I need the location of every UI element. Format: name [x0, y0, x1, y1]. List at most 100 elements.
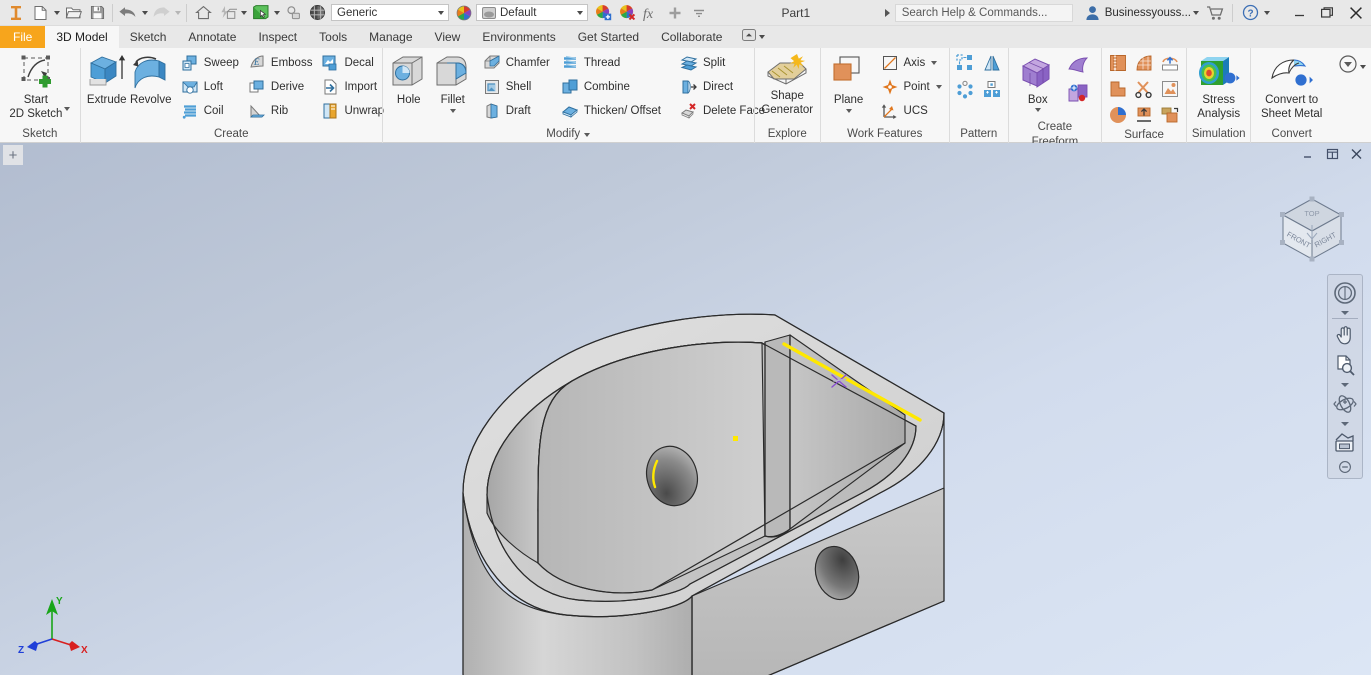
tab-file[interactable]: File [0, 26, 46, 48]
color-wheel-x-icon[interactable] [615, 1, 639, 25]
start-sketch-dropdown-caret[interactable] [64, 107, 71, 111]
tab-environments[interactable]: Environments [471, 26, 566, 48]
appearance-combo[interactable]: Default [476, 4, 588, 21]
freeform-quadball-button[interactable] [1063, 53, 1093, 79]
fillet-dropdown-caret[interactable] [449, 109, 456, 113]
new-file-dropdown-caret[interactable] [52, 1, 61, 25]
tab-annotate[interactable]: Annotate [177, 26, 247, 48]
overflow-caret-icon[interactable] [687, 1, 711, 25]
graphics-viewport[interactable]: + TOP FRONT RIGHT Y X Z [0, 143, 1371, 675]
save-disk-icon[interactable] [85, 1, 109, 25]
work-point-dropdown-caret[interactable] [935, 85, 942, 89]
visual-style-dropdown-caret[interactable] [272, 1, 281, 25]
document-title-expand-arrow[interactable] [881, 1, 895, 25]
quick-action-dropdown-caret[interactable] [239, 1, 248, 25]
tab-tools[interactable]: Tools [308, 26, 358, 48]
material-combo-caret[interactable] [433, 5, 448, 20]
look-at-button[interactable] [1329, 428, 1361, 458]
trim-surface-button[interactable] [1106, 76, 1131, 101]
revolve-button[interactable]: Revolve [129, 51, 173, 107]
account-name[interactable]: Businessyouss... [1105, 7, 1191, 19]
tab-inspect[interactable]: Inspect [247, 26, 308, 48]
lightning-box-icon[interactable] [215, 1, 239, 25]
restore-document-button[interactable] [1321, 145, 1343, 163]
work-plane-button[interactable]: Plane [825, 51, 873, 113]
navigation-wheel-caret[interactable] [1341, 308, 1349, 317]
close-window-button[interactable] [1341, 0, 1371, 26]
sweep-button[interactable]: Sweep [177, 52, 242, 74]
new-file-icon[interactable] [28, 1, 52, 25]
open-folder-icon[interactable] [61, 1, 85, 25]
tab-get-started[interactable]: Get Started [567, 26, 650, 48]
loft-button[interactable]: Loft [177, 76, 242, 98]
sketch-driven-pattern-button[interactable] [979, 77, 1005, 103]
material-combo[interactable]: Generic [331, 4, 449, 21]
tab-collaborate[interactable]: Collaborate [650, 26, 733, 48]
undo-dropdown-caret[interactable] [140, 1, 149, 25]
navbar-collapse-icon[interactable] [1329, 458, 1361, 476]
freeform-convert-button[interactable] [1063, 80, 1093, 106]
rectangular-pattern-button[interactable] [952, 50, 978, 76]
start-2d-sketch-button[interactable]: Start 2D Sketch [5, 51, 74, 121]
freeform-box-button[interactable]: Box [1013, 51, 1063, 112]
pan-button[interactable] [1329, 320, 1361, 350]
sculpt-button[interactable] [1132, 50, 1157, 75]
orbit-caret[interactable] [1341, 419, 1349, 428]
decal-button[interactable]: Decal [317, 52, 387, 74]
shape-generator-button[interactable]: Shape Generator [759, 51, 816, 117]
ucs-button[interactable]: UCS [877, 100, 945, 122]
chamfer-button[interactable]: Chamfer [479, 52, 553, 74]
tab-3d-model[interactable]: 3D Model [45, 26, 119, 48]
full-navigation-wheel-button[interactable] [1329, 278, 1361, 308]
expand-browser-button[interactable]: + [3, 145, 23, 165]
shell-button[interactable]: Shell [479, 76, 553, 98]
panel-modify-expand-caret[interactable] [584, 132, 591, 137]
help-dropdown-caret[interactable] [1262, 1, 1271, 25]
orbit-button[interactable] [1329, 389, 1361, 419]
work-axis-button[interactable]: Axis [877, 52, 945, 74]
color-wheel-icon[interactable] [452, 1, 476, 25]
hole-button[interactable]: Hole [387, 51, 431, 107]
circular-pattern-button[interactable] [952, 77, 978, 103]
work-plane-dropdown-caret[interactable] [845, 109, 852, 113]
copy-surface-button[interactable] [1158, 102, 1183, 127]
plus-icon[interactable] [663, 1, 687, 25]
restore-window-button[interactable] [1313, 0, 1341, 26]
tab-manage[interactable]: Manage [358, 26, 423, 48]
work-axis-dropdown-caret[interactable] [931, 61, 938, 65]
checker-sphere-icon[interactable] [305, 1, 329, 25]
minimize-window-button[interactable] [1285, 0, 1313, 26]
coil-button[interactable]: Coil [177, 100, 242, 122]
thread-button[interactable]: Thread [557, 52, 664, 74]
undo-arrow-icon[interactable] [116, 1, 140, 25]
account-dropdown-caret[interactable] [1191, 1, 1200, 25]
tab-sketch[interactable]: Sketch [119, 26, 178, 48]
zoom-button[interactable] [1329, 350, 1361, 380]
work-point-button[interactable]: Point [877, 76, 945, 98]
fillet-button[interactable]: Fillet [431, 51, 475, 113]
help-question-icon[interactable]: ? [1238, 1, 1262, 25]
ribbon-overflow-caret[interactable] [1358, 55, 1367, 79]
replace-face-button[interactable] [1158, 76, 1183, 101]
green-box-select-icon[interactable] [248, 1, 272, 25]
redo-arrow-icon[interactable] [149, 1, 173, 25]
convert-sheet-metal-button[interactable]: Convert to Sheet Metal [1257, 51, 1326, 121]
emboss-button[interactable]: E Emboss [244, 52, 316, 74]
user-avatar-icon[interactable] [1081, 1, 1105, 25]
rib-button[interactable]: Rib [244, 100, 316, 122]
close-document-button[interactable] [1345, 145, 1367, 163]
extrude-button[interactable]: Extrude [85, 51, 129, 107]
minimize-document-button[interactable] [1297, 145, 1319, 163]
combine-button[interactable]: Combine [557, 76, 664, 98]
color-wheel-plus-icon[interactable] [591, 1, 615, 25]
shopping-cart-icon[interactable] [1203, 1, 1227, 25]
view-cube[interactable]: TOP FRONT RIGHT [1269, 185, 1355, 271]
redo-dropdown-caret[interactable] [173, 1, 182, 25]
tab-view[interactable]: View [424, 26, 472, 48]
draft-button[interactable]: Draft [479, 100, 553, 122]
ruled-surface-button[interactable] [1106, 102, 1131, 127]
appearance-combo-caret[interactable] [572, 5, 587, 20]
home-icon[interactable] [191, 1, 215, 25]
search-input[interactable]: Search Help & Commands... [894, 3, 1073, 22]
zoom-caret[interactable] [1341, 380, 1349, 389]
